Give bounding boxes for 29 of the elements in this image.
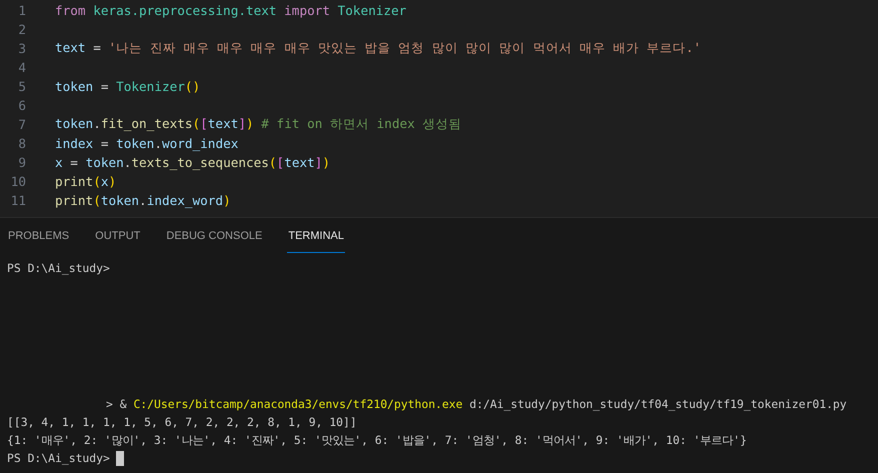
terminal-line: PS D:\Ai_study> [7, 260, 111, 277]
line-number: 3 [17, 41, 26, 56]
code-line: token.fit_on_texts([text]) # fit on 하면서 index 생성됨 [55, 116, 462, 133]
line-number: 10 [10, 174, 26, 189]
panel-tab[interactable]: OUTPUT [94, 218, 142, 253]
code-line: print(token.index_word) [55, 193, 231, 208]
terminal-prompt: PS D:\Ai_study> [7, 450, 110, 467]
line-number: 2 [17, 22, 26, 37]
panel-tab[interactable]: DEBUG CONSOLE [165, 218, 264, 253]
code-line: token = Tokenizer() [55, 79, 200, 94]
line-number: 1 [17, 3, 26, 18]
code-line: print(x) [55, 174, 116, 189]
panel-tab[interactable]: PROBLEMS [7, 218, 70, 253]
line-number: 11 [10, 193, 26, 208]
terminal-line: {1: '매우', 2: '많이', 3: '나는', 4: '진짜', 5: '맛있는', 6: '밥을', 7: '엄청', 8: '먹어서', 9: '배가', 10: '부르다'} [7, 432, 748, 449]
code-line: x = token.texts_to_sequences([text]) [55, 155, 330, 170]
line-number: 7 [17, 117, 26, 132]
terminal-line: [[3, 4, 1, 1, 1, 1, 5, 6, 7, 2, 2, 2, 8, 1, 9, 10]] [7, 414, 358, 431]
line-number: 8 [17, 136, 26, 151]
terminal-command: > & C:/Users/bitcamp/anaconda3/envs/tf210/python.exe d:/Ai_study/python_study/tf04_study/tf19_tokenizer01.py [106, 396, 847, 413]
code-line: text = '나는 진짜 매우 매우 매우 매우 맛있는 밥을 엄청 많이 많이 많이 먹어서 매우 배가 부르다.' [55, 40, 701, 57]
line-number: 6 [17, 98, 26, 113]
line-number: 5 [17, 79, 26, 94]
line-number: 9 [17, 155, 26, 170]
line-number: 4 [17, 60, 26, 75]
code-line: from keras.preprocessing.text import Tokenizer [55, 3, 406, 18]
terminal-cursor [116, 450, 124, 466]
code-line: index = token.word_index [55, 136, 238, 151]
panel-tab[interactable]: TERMINAL [287, 218, 345, 253]
